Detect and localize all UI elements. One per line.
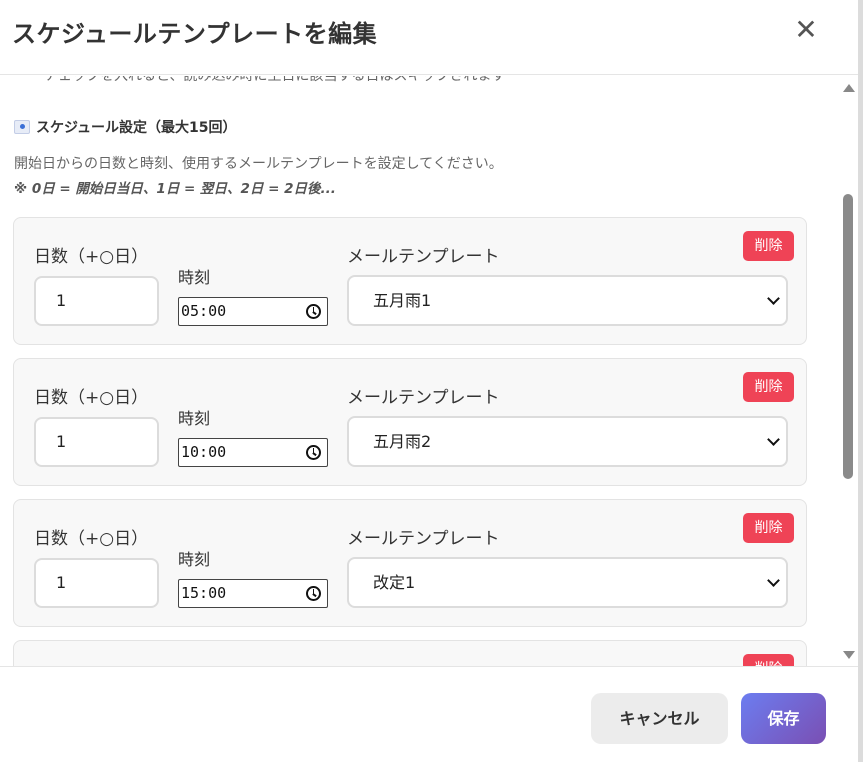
schedule-section-title-text: スケジュール設定（最大15回） xyxy=(36,120,237,136)
chevron-down-icon xyxy=(767,574,780,587)
clock-icon[interactable] xyxy=(306,445,321,460)
template-select[interactable]: 五月雨2 xyxy=(347,416,788,467)
delete-button[interactable]: 削除 xyxy=(743,372,794,402)
template-label: メールテンプレート xyxy=(347,388,500,408)
schedule-example-text: ※ 0日 = 開始日当日、1日 = 翌日、2日 = 2日後... xyxy=(14,181,336,197)
days-label: 日数（+○日） xyxy=(34,388,149,408)
calendar-icon xyxy=(14,120,30,134)
cancel-button[interactable]: キャンセル xyxy=(591,693,728,744)
time-label: 時刻 xyxy=(178,550,211,569)
template-selected-value: 五月雨1 xyxy=(373,291,432,310)
template-select[interactable]: 五月雨1 xyxy=(347,275,788,326)
chevron-down-icon xyxy=(767,433,780,446)
chevron-down-icon xyxy=(767,292,780,305)
scroll-down-arrow-icon[interactable] xyxy=(843,651,855,659)
dialog-title: スケジュールテンプレートを編集 xyxy=(12,20,378,48)
days-input[interactable]: 1 xyxy=(34,276,159,326)
time-input[interactable]: 15:00 xyxy=(178,579,328,608)
days-input[interactable]: 1 xyxy=(34,417,159,467)
dialog-body: チェックを入れると、読み込み時に土日に該当する日はスキップされます スケジュール… xyxy=(0,76,858,666)
delete-button[interactable]: 削除 xyxy=(743,654,794,666)
clock-icon[interactable] xyxy=(306,304,321,319)
save-button[interactable]: 保存 xyxy=(741,693,826,744)
time-value: 15:00 xyxy=(181,584,227,602)
weekend-skip-note: チェックを入れると、読み込み時に土日に該当する日はスキップされます xyxy=(44,76,506,84)
time-input[interactable]: 05:00 xyxy=(178,297,328,326)
body-scrollbar[interactable] xyxy=(840,76,856,666)
schedule-row: 日数（+○日） 1 時刻 05:00 メールテンプレート 五月雨1 削除 xyxy=(13,217,807,345)
template-label: メールテンプレート xyxy=(347,247,500,267)
schedule-row: 日数（+○日） 1 時刻 10:00 メールテンプレート 五月雨2 削除 xyxy=(13,358,807,486)
schedule-section-title: スケジュール設定（最大15回） xyxy=(14,117,237,137)
edit-schedule-template-dialog: スケジュールテンプレートを編集 ✕ チェックを入れると、読み込み時に土日に該当す… xyxy=(0,0,858,762)
time-label: 時刻 xyxy=(178,268,211,287)
scrollbar-thumb[interactable] xyxy=(843,194,853,479)
clock-icon[interactable] xyxy=(306,586,321,601)
time-label: 時刻 xyxy=(178,409,211,428)
schedule-row: 日数（+○日） メールテンプレート 削除 xyxy=(13,640,807,666)
days-label: 日数（+○日） xyxy=(34,529,149,549)
time-input[interactable]: 10:00 xyxy=(178,438,328,467)
template-selected-value: 五月雨2 xyxy=(373,432,432,451)
template-label: メールテンプレート xyxy=(347,529,500,549)
delete-button[interactable]: 削除 xyxy=(743,513,794,543)
dialog-header: スケジュールテンプレートを編集 ✕ xyxy=(0,0,858,75)
days-label: 日数（+○日） xyxy=(34,247,149,267)
dialog-footer: キャンセル 保存 xyxy=(0,666,858,762)
delete-button[interactable]: 削除 xyxy=(743,231,794,261)
schedule-example: ※ 0日 = 開始日当日、1日 = 翌日、2日 = 2日後... xyxy=(14,177,336,197)
scroll-up-arrow-icon[interactable] xyxy=(843,84,855,92)
close-icon[interactable]: ✕ xyxy=(790,12,822,48)
schedule-row: 日数（+○日） 1 時刻 15:00 メールテンプレート 改定1 削除 xyxy=(13,499,807,627)
days-input[interactable]: 1 xyxy=(34,558,159,608)
time-value: 05:00 xyxy=(181,302,227,320)
time-value: 10:00 xyxy=(181,443,227,461)
template-selected-value: 改定1 xyxy=(373,573,416,592)
window-edge xyxy=(858,0,863,762)
template-select[interactable]: 改定1 xyxy=(347,557,788,608)
schedule-description: 開始日からの日数と時刻、使用するメールテンプレートを設定してください。 xyxy=(14,156,503,172)
